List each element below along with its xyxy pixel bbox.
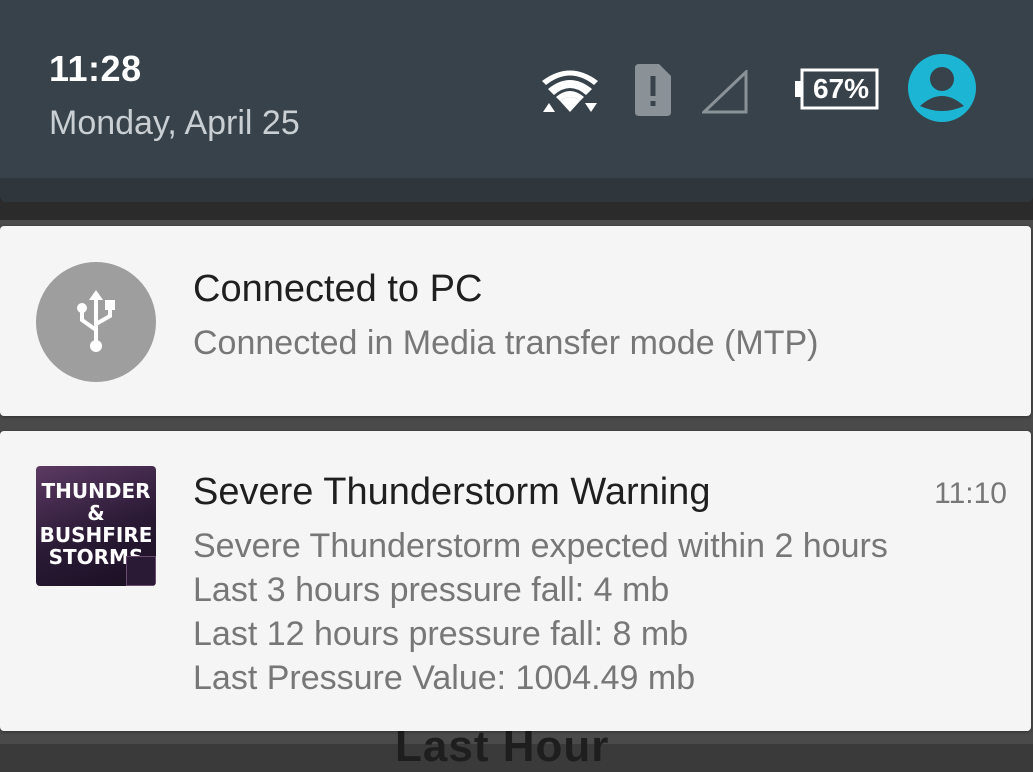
app-logo-text: THUNDER & BUSHFIRE STORMS xyxy=(39,479,153,569)
app-logo: THUNDER & BUSHFIRE STORMS xyxy=(36,466,156,586)
notification-text: Connected in Media transfer mode (MTP) xyxy=(193,324,819,362)
notification-line: Last 3 hours pressure fall: 4 mb xyxy=(193,571,670,609)
usb-icon xyxy=(77,290,115,352)
notification-line: Severe Thunderstorm expected within 2 ho… xyxy=(193,527,888,565)
battery-percent: 67% xyxy=(812,73,870,104)
notification-header: 11:28 Monday, April 25 67% xyxy=(0,0,1033,178)
notification-line: Last 12 hours pressure fall: 8 mb xyxy=(193,615,689,653)
status-icons: 67% xyxy=(0,54,1033,122)
usb-notification[interactable]: Connected to PC Connected in Media trans… xyxy=(0,226,1031,416)
header-shadow xyxy=(0,178,1033,202)
notification-time: 11:10 xyxy=(934,477,1007,510)
storm-warning-notification[interactable]: THUNDER & BUSHFIRE STORMS Severe Thunder… xyxy=(0,431,1031,731)
usb-icon-circle xyxy=(36,262,156,382)
app-badge-icon xyxy=(126,556,156,586)
notification-title: Severe Thunderstorm Warning xyxy=(193,471,711,513)
notification-line: Last Pressure Value: 1004.49 mb xyxy=(193,659,696,697)
user-avatar-icon[interactable] xyxy=(908,54,976,122)
notification-title: Connected to PC xyxy=(193,268,483,310)
cell-signal-icon xyxy=(702,70,748,114)
sim-alert-icon xyxy=(635,64,671,116)
wifi-icon[interactable] xyxy=(540,66,600,116)
